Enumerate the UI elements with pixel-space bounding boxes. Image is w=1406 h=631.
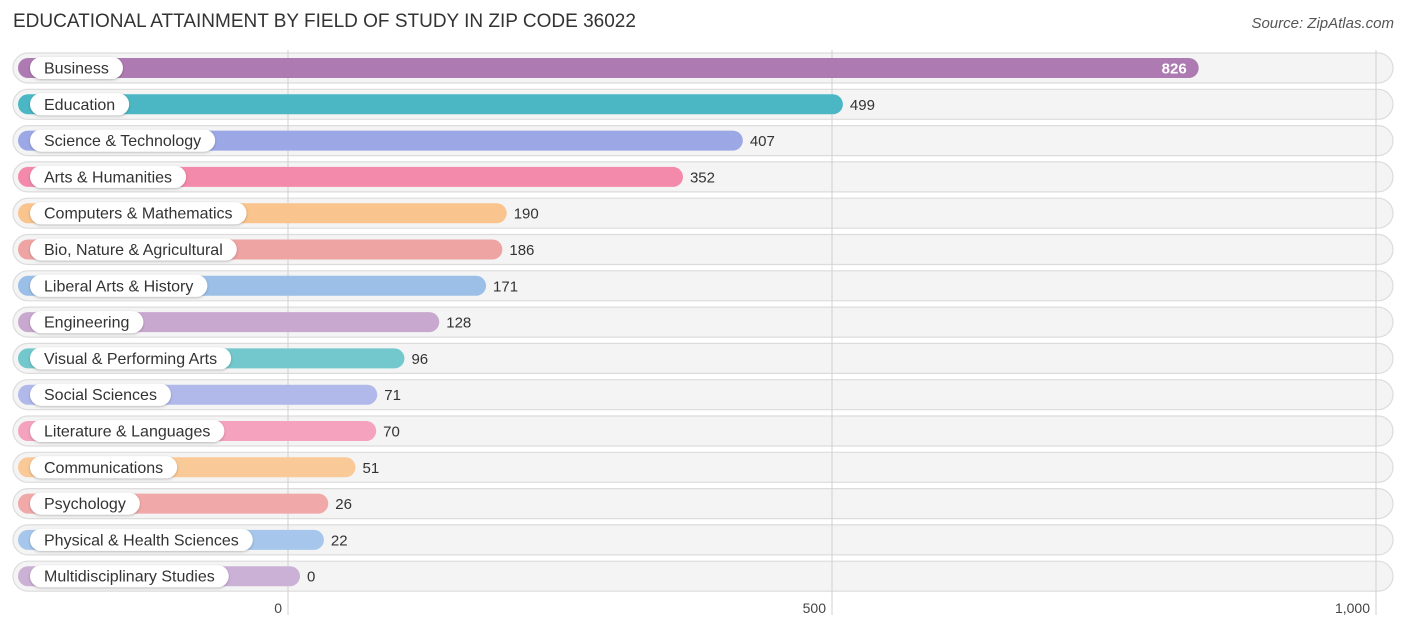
value-label: 186 [509, 242, 534, 259]
bar-row: Arts & Humanities 352 [18, 165, 715, 188]
x-tick-label: 0 [274, 600, 282, 616]
value-label: 407 [750, 133, 775, 150]
value-label: 51 [362, 460, 379, 477]
bar [18, 94, 843, 115]
value-label: 0 [307, 569, 315, 586]
x-tick-label: 1,000 [1335, 600, 1370, 616]
category-label: Business [44, 61, 109, 78]
value-label: 171 [493, 278, 518, 295]
category-label: Computers & Mathematics [44, 206, 233, 223]
bar-chart: Business 826 Education 499 Science & Technol… [12, 50, 1394, 616]
value-label: 71 [384, 387, 401, 404]
bar-row: Literature & Languages 70 [18, 420, 400, 442]
value-label: 190 [514, 206, 539, 223]
category-label: Liberal Arts & History [44, 278, 193, 295]
category-label: Physical & Health Sciences [44, 532, 239, 549]
category-label: Science & Technology [44, 133, 201, 150]
bar-row: Visual & Performing Arts 96 [18, 347, 428, 370]
bar-row: Psychology 26 [18, 492, 352, 515]
bar-row: Communications 51 [18, 456, 379, 479]
bar-row: Education 499 [18, 93, 875, 116]
value-label: 128 [446, 315, 471, 332]
bar-row: Business 826 [18, 57, 1199, 79]
category-label: Bio, Nature & Agricultural [44, 242, 223, 259]
category-label: Education [44, 97, 115, 114]
x-tick-label: 500 [803, 600, 827, 616]
category-label: Visual & Performing Arts [44, 351, 217, 368]
bar-row: Engineering 128 [18, 311, 471, 334]
value-label: 26 [335, 496, 352, 513]
bar-row: Physical & Health Sciences 22 [18, 528, 348, 551]
bar-row: Bio, Nature & Agricultural 186 [18, 238, 534, 261]
value-label: 22 [331, 532, 348, 549]
category-label: Social Sciences [44, 387, 157, 404]
value-label: 352 [690, 169, 715, 186]
category-label: Communications [44, 460, 163, 477]
bar-row: Liberal Arts & History 171 [18, 274, 518, 297]
value-label: 499 [850, 97, 875, 114]
value-label: 826 [1162, 61, 1187, 78]
category-label: Arts & Humanities [44, 169, 172, 186]
value-label: 70 [383, 424, 400, 441]
category-label: Multidisciplinary Studies [44, 569, 215, 586]
bar-row: Science & Technology 407 [18, 129, 775, 152]
category-label: Literature & Languages [44, 424, 210, 441]
bar-row: Multidisciplinary Studies 0 [18, 565, 315, 588]
category-label: Engineering [44, 315, 129, 332]
category-label: Psychology [44, 496, 126, 513]
bar-row: Social Sciences 71 [18, 383, 401, 406]
bar-row: Computers & Mathematics 190 [18, 202, 539, 225]
value-label: 96 [411, 351, 428, 368]
bar [18, 58, 1199, 78]
